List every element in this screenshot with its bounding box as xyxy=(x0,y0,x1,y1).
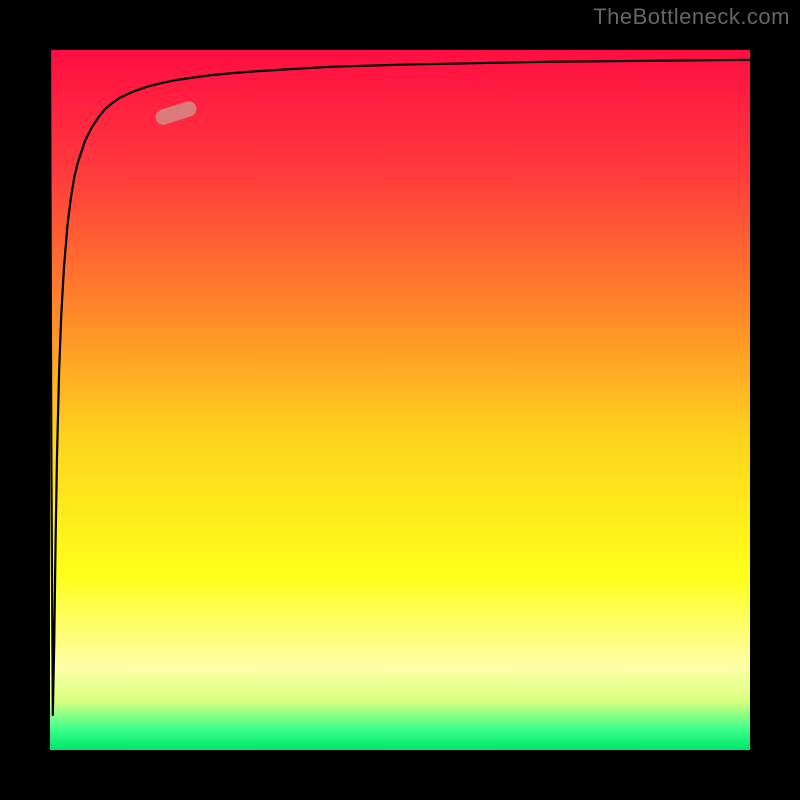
frame-left xyxy=(0,0,50,800)
plot-background xyxy=(50,50,750,750)
watermark-text: TheBottleneck.com xyxy=(593,4,790,30)
chart-stage: TheBottleneck.com xyxy=(0,0,800,800)
chart-svg xyxy=(0,0,800,800)
frame-bottom xyxy=(0,750,800,800)
frame-right xyxy=(750,0,800,800)
